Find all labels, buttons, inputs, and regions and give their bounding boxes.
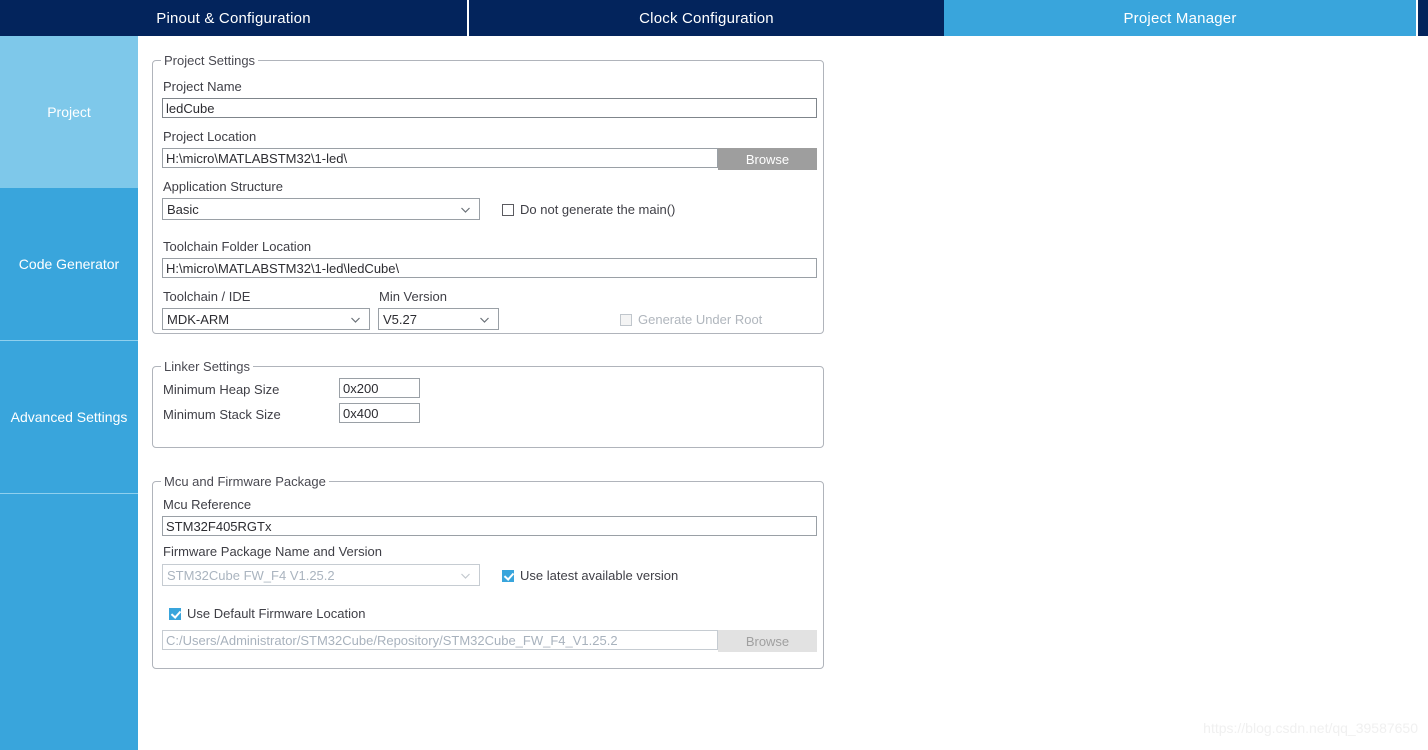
sidebar-item-code-generator[interactable]: Code Generator (0, 188, 138, 340)
chevron-down-icon (350, 314, 361, 325)
sidebar-item-project-label: Project (47, 104, 91, 120)
mcu-reference-label: Mcu Reference (163, 497, 252, 512)
toolchain-ide-value: MDK-ARM (167, 311, 230, 327)
minimum-heap-size-label: Minimum Heap Size (163, 382, 280, 397)
firmware-package-value: STM32Cube FW_F4 V1.25.2 (167, 567, 335, 583)
toolchain-folder-input[interactable] (162, 258, 817, 278)
watermark-text: https://blog.csdn.net/qq_39587650 (1203, 720, 1418, 736)
use-latest-version-checkbox-row[interactable]: Use latest available version (502, 568, 678, 583)
do-not-generate-main-checkbox[interactable] (502, 203, 514, 216)
project-settings-group: Project Settings Project Name Project Lo… (152, 53, 824, 334)
firmware-package-label: Firmware Package Name and Version (163, 544, 382, 559)
application-structure-select[interactable]: Basic (162, 198, 480, 220)
chevron-down-icon (460, 570, 471, 581)
generate-under-root-checkbox-row: Generate Under Root (620, 312, 762, 327)
project-location-label: Project Location (163, 129, 257, 144)
tab-project-manager-label: Project Manager (1123, 9, 1237, 27)
minimum-heap-size-input[interactable] (339, 378, 420, 398)
mcu-firmware-title: Mcu and Firmware Package (161, 474, 329, 489)
chevron-down-icon (460, 204, 471, 215)
minimum-stack-size-input[interactable] (339, 403, 420, 423)
linker-settings-title: Linker Settings (161, 359, 253, 374)
sidebar-item-advanced-settings-label: Advanced Settings (10, 409, 128, 425)
tab-pinout-configuration-label: Pinout & Configuration (156, 9, 311, 27)
tab-clock-configuration-label: Clock Configuration (639, 9, 774, 27)
firmware-location-browse-button: Browse (718, 630, 817, 652)
generate-under-root-checkbox (620, 313, 632, 326)
do-not-generate-main-label: Do not generate the main() (520, 202, 676, 217)
main-tabbar: Pinout & Configuration Clock Configurati… (0, 0, 1428, 36)
linker-settings-group: Linker Settings Minimum Heap Size Minimu… (152, 359, 824, 448)
chevron-down-icon (479, 314, 490, 325)
firmware-package-select: STM32Cube FW_F4 V1.25.2 (162, 564, 480, 586)
project-location-input[interactable] (162, 148, 718, 168)
toolchain-ide-label: Toolchain / IDE (163, 289, 251, 304)
project-manager-panel: Project Settings Project Name Project Lo… (138, 36, 1428, 750)
toolchain-folder-label: Toolchain Folder Location (163, 239, 312, 254)
use-default-firmware-location-checkbox[interactable] (169, 607, 181, 620)
tabbar-end-cap (1416, 0, 1428, 36)
firmware-location-input (162, 630, 718, 650)
use-default-firmware-location-label: Use Default Firmware Location (187, 606, 366, 621)
use-latest-version-checkbox[interactable] (502, 569, 514, 582)
project-name-label: Project Name (163, 79, 242, 94)
mcu-reference-input[interactable] (162, 516, 817, 536)
do-not-generate-main-checkbox-row[interactable]: Do not generate the main() (502, 202, 675, 217)
application-structure-label: Application Structure (163, 179, 283, 194)
tab-project-manager[interactable]: Project Manager (944, 0, 1416, 36)
project-settings-title: Project Settings (161, 53, 259, 68)
mcu-firmware-group: Mcu and Firmware Package Mcu Reference F… (152, 474, 824, 669)
sidebar-divider-2 (0, 493, 138, 494)
application-structure-value: Basic (167, 201, 199, 217)
minimum-stack-size-label: Minimum Stack Size (163, 407, 281, 422)
generate-under-root-label: Generate Under Root (638, 312, 763, 327)
project-manager-sidebar: Project Code Generator Advanced Settings (0, 36, 138, 750)
sidebar-item-code-generator-label: Code Generator (18, 256, 120, 272)
sidebar-item-advanced-settings[interactable]: Advanced Settings (0, 341, 138, 493)
use-latest-version-label: Use latest available version (520, 568, 679, 583)
min-version-label: Min Version (379, 289, 447, 304)
project-name-input[interactable] (162, 98, 817, 118)
tab-clock-configuration[interactable]: Clock Configuration (467, 0, 944, 36)
min-version-select[interactable]: V5.27 (378, 308, 499, 330)
use-default-firmware-location-checkbox-row[interactable]: Use Default Firmware Location (169, 606, 365, 621)
min-version-value: V5.27 (383, 311, 417, 327)
sidebar-item-project[interactable]: Project (0, 36, 138, 188)
firmware-location-browse-label: Browse (745, 633, 790, 649)
project-location-browse-button[interactable]: Browse (718, 148, 817, 170)
toolchain-ide-select[interactable]: MDK-ARM (162, 308, 370, 330)
project-location-browse-label: Browse (745, 151, 790, 167)
tab-pinout-configuration[interactable]: Pinout & Configuration (0, 0, 467, 36)
